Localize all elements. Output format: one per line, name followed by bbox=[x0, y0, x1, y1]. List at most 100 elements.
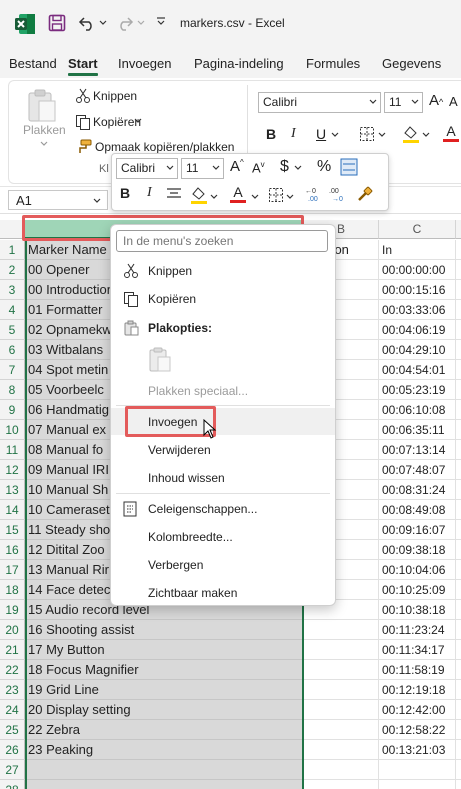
mini-font-name-combo[interactable]: Calibri bbox=[116, 158, 178, 179]
menu-item-kolombreedte[interactable]: Kolombreedte... bbox=[111, 524, 335, 550]
mini-italic-icon[interactable]: I bbox=[147, 185, 152, 201]
row-header[interactable]: 4 bbox=[0, 300, 25, 320]
menu-item-zichtbaar-maken[interactable]: Zichtbaar maken bbox=[111, 580, 335, 606]
cell-a[interactable]: 17 My Button bbox=[25, 640, 304, 660]
paste-dropdown-icon[interactable] bbox=[40, 141, 48, 147]
tab-pagina-indeling[interactable]: Pagina-indeling bbox=[194, 56, 284, 71]
row-header[interactable]: 18 bbox=[0, 580, 25, 600]
cell-c[interactable]: 00:08:49:08 bbox=[379, 500, 456, 520]
cell-c[interactable]: 00:03:33:06 bbox=[379, 300, 456, 320]
cell-d[interactable] bbox=[456, 600, 461, 620]
cell-d[interactable] bbox=[456, 240, 461, 260]
mini-borders-icon[interactable] bbox=[268, 187, 284, 203]
mini-increase-font-icon[interactable]: A^ bbox=[230, 158, 244, 175]
borders-dropdown-icon[interactable] bbox=[378, 132, 386, 138]
cell-a[interactable]: 20 Display setting bbox=[25, 700, 304, 720]
menu-item-kopieren[interactable]: Kopiëren bbox=[111, 286, 335, 312]
cell-c[interactable]: 00:06:10:08 bbox=[379, 400, 456, 420]
row-header[interactable]: 20 bbox=[0, 620, 25, 640]
mini-font-color-icon[interactable]: A bbox=[230, 184, 246, 203]
mini-format-painter-icon[interactable] bbox=[355, 186, 373, 204]
mini-fill-dropdown-icon[interactable] bbox=[210, 194, 218, 200]
row-header[interactable]: 1 bbox=[0, 240, 25, 260]
cell-c[interactable]: 00:13:21:03 bbox=[379, 740, 456, 760]
cell-d[interactable] bbox=[456, 700, 461, 720]
menu-item-verbergen[interactable]: Verbergen bbox=[111, 552, 335, 578]
redo-dropdown-icon[interactable] bbox=[137, 20, 145, 26]
cell-d[interactable] bbox=[456, 740, 461, 760]
font-color-icon[interactable]: A bbox=[443, 123, 459, 142]
increase-font-icon[interactable]: A^ bbox=[429, 92, 443, 109]
cell-a[interactable] bbox=[25, 780, 304, 789]
cell-d[interactable] bbox=[456, 260, 461, 280]
row-header[interactable]: 19 bbox=[0, 600, 25, 620]
menu-item-celeigenschappen[interactable]: Celeigenschappen... bbox=[111, 496, 335, 522]
paste-clipboard-icon[interactable] bbox=[27, 89, 57, 123]
underline-dropdown-icon[interactable] bbox=[331, 132, 339, 138]
cell-d[interactable] bbox=[456, 540, 461, 560]
paste-option-clipboard-icon[interactable] bbox=[148, 347, 172, 373]
row-header[interactable]: 22 bbox=[0, 660, 25, 680]
cell-a[interactable]: 22 Zebra bbox=[25, 720, 304, 740]
cell-d[interactable] bbox=[456, 660, 461, 680]
row-header[interactable]: 27 bbox=[0, 760, 25, 780]
underline-icon[interactable]: U bbox=[316, 126, 326, 142]
cell-d[interactable] bbox=[456, 520, 461, 540]
column-header-d[interactable] bbox=[456, 220, 461, 239]
menu-item-knippen[interactable]: Knippen bbox=[111, 258, 335, 284]
tab-start[interactable]: Start bbox=[68, 56, 98, 71]
borders-icon[interactable] bbox=[359, 126, 375, 142]
cell-c[interactable]: 00:04:29:10 bbox=[379, 340, 456, 360]
cell-c[interactable]: 00:05:23:19 bbox=[379, 380, 456, 400]
cell-d[interactable] bbox=[456, 280, 461, 300]
row-header[interactable]: 9 bbox=[0, 400, 25, 420]
customize-qat-icon[interactable] bbox=[156, 17, 166, 27]
tab-bestand[interactable]: Bestand bbox=[9, 56, 57, 71]
font-name-combo[interactable]: Calibri bbox=[258, 92, 381, 113]
redo-icon[interactable] bbox=[116, 14, 134, 32]
row-header[interactable]: 21 bbox=[0, 640, 25, 660]
cell-c[interactable]: 00:10:04:06 bbox=[379, 560, 456, 580]
cell-c[interactable]: 00:12:19:18 bbox=[379, 680, 456, 700]
cell-d[interactable] bbox=[456, 460, 461, 480]
row-header[interactable]: 15 bbox=[0, 520, 25, 540]
mini-decrease-font-icon[interactable]: Av bbox=[252, 160, 265, 175]
cell-d[interactable] bbox=[456, 440, 461, 460]
cell-a[interactable] bbox=[25, 760, 304, 780]
tab-formules[interactable]: Formules bbox=[306, 56, 360, 71]
mini-currency-icon[interactable]: $ bbox=[280, 158, 289, 176]
cell-d[interactable] bbox=[456, 640, 461, 660]
cell-d[interactable] bbox=[456, 420, 461, 440]
cut-button[interactable]: Knippen bbox=[93, 89, 137, 103]
row-header[interactable]: 11 bbox=[0, 440, 25, 460]
cell-b[interactable] bbox=[304, 700, 379, 720]
row-header[interactable]: 14 bbox=[0, 500, 25, 520]
row-header[interactable]: 28 bbox=[0, 780, 25, 789]
row-header[interactable]: 8 bbox=[0, 380, 25, 400]
cell-c[interactable]: 00:06:35:11 bbox=[379, 420, 456, 440]
row-header[interactable]: 16 bbox=[0, 540, 25, 560]
name-box[interactable]: A1 bbox=[8, 190, 108, 210]
cell-d[interactable] bbox=[456, 580, 461, 600]
cell-a[interactable]: 18 Focus Magnifier bbox=[25, 660, 304, 680]
cell-d[interactable] bbox=[456, 300, 461, 320]
cell-c[interactable]: 00:10:38:18 bbox=[379, 600, 456, 620]
row-header[interactable]: 6 bbox=[0, 340, 25, 360]
mini-center-align-icon[interactable] bbox=[166, 187, 182, 201]
row-header[interactable]: 17 bbox=[0, 560, 25, 580]
cell-d[interactable] bbox=[456, 480, 461, 500]
mini-decrease-decimal-icon[interactable]: .00 →0 bbox=[328, 185, 348, 203]
row-header[interactable]: 5 bbox=[0, 320, 25, 340]
format-painter-button[interactable]: Opmaak kopiëren/plakken bbox=[95, 140, 234, 154]
format-painter-icon[interactable] bbox=[75, 139, 93, 155]
cell-c[interactable]: 00:11:58:19 bbox=[379, 660, 456, 680]
cell-d[interactable] bbox=[456, 320, 461, 340]
cell-d[interactable] bbox=[456, 380, 461, 400]
cell-a[interactable]: 23 Peaking bbox=[25, 740, 304, 760]
cell-d[interactable] bbox=[456, 720, 461, 740]
menu-item-verwijderen[interactable]: Verwijderen bbox=[111, 437, 335, 463]
row-header[interactable]: 24 bbox=[0, 700, 25, 720]
mini-fill-color-icon[interactable] bbox=[190, 185, 208, 205]
decrease-font-icon[interactable]: A bbox=[449, 94, 458, 109]
paste-button[interactable]: Plakken bbox=[23, 123, 66, 137]
